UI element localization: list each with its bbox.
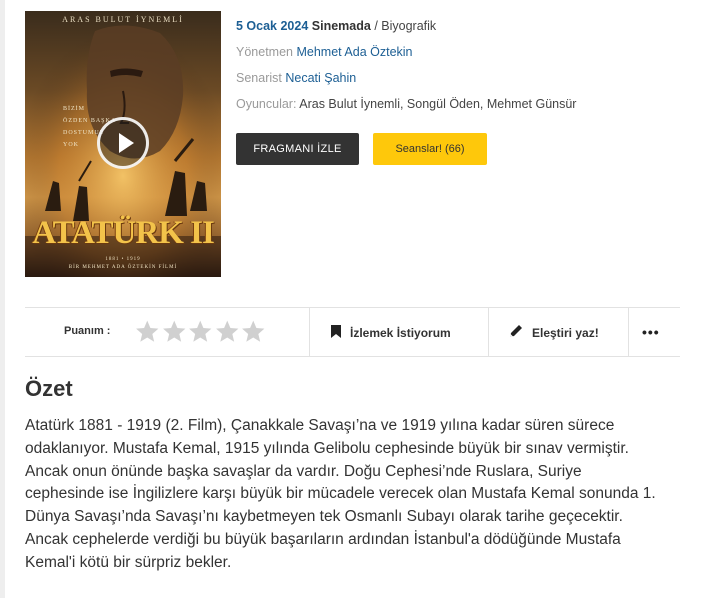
movie-info: 5 Ocak 2024 Sinemada / Biyografik Yönetm… xyxy=(236,17,686,121)
summary-line: Dünya Savaşı’nda Savaşı’nı kaybetmeyen t… xyxy=(25,508,623,526)
watchlist-label: İzlemek İstiyorum xyxy=(350,325,451,340)
director-row: Yönetmen Mehmet Ada Öztekin xyxy=(236,43,686,69)
separator: / xyxy=(370,19,382,33)
poster-director: BİR MEHMET ADA ÖZTEKİN FİLMİ xyxy=(68,265,178,270)
summary-line: Ancak cephelerde verdiği bu büyük başarı… xyxy=(25,530,621,548)
star-icon[interactable] xyxy=(187,319,214,345)
cast-label: Oyuncular: xyxy=(236,97,297,111)
summary-line: Kemal'i kötü bir sürpriz bekler. xyxy=(25,553,232,571)
status-label: Sinemada xyxy=(311,19,371,33)
divider xyxy=(628,308,629,357)
summary-line: odaklanıyor. Mustafa Kemal, 1915 yılında… xyxy=(25,439,629,457)
star-icon[interactable] xyxy=(161,319,188,345)
write-review-label: Eleştiri yaz! xyxy=(532,325,599,340)
poster-title: ATATÜRK II xyxy=(32,215,215,251)
poster-actor-name: ARAS BULUT İYNEMLİ xyxy=(62,15,184,24)
summary-title: Özet xyxy=(25,376,73,401)
director-link[interactable]: Mehmet Ada Öztekin xyxy=(296,45,412,59)
page-edge xyxy=(0,0,5,598)
sessions-button[interactable]: Seanslar! (66) xyxy=(373,133,487,165)
writer-label: Senarist xyxy=(236,71,282,85)
director-label: Yönetmen xyxy=(236,45,293,59)
bookmark-icon xyxy=(331,324,341,341)
star-icon[interactable] xyxy=(134,319,161,345)
divider xyxy=(488,308,489,357)
cast-row: Oyuncular: Aras Bulut İynemli, Songül Öd… xyxy=(236,95,686,121)
action-bar: Puanım : İzlemek İstiyorum Eleştiri yaz!… xyxy=(25,307,680,357)
summary-line: Atatürk 1881 - 1919 (2. Film), Çanakkale… xyxy=(25,417,615,434)
genre: Biyografik xyxy=(381,19,437,33)
summary-line: Ancak onun önünde başka savaşlar da vard… xyxy=(25,462,582,480)
summary-text: Atatürk 1881 - 1919 (2. Film), Çanakkale… xyxy=(25,415,685,575)
pencil-icon xyxy=(509,324,523,341)
poster-years: 1881 • 1919 xyxy=(105,257,141,262)
play-icon xyxy=(119,133,134,153)
cast-list: Aras Bulut İynemli, Songül Öden, Mehmet … xyxy=(299,97,577,111)
summary-line: cephesinde ise İngilizlere karşı büyük b… xyxy=(25,485,656,503)
writer-row: Senarist Necati Şahin xyxy=(236,69,686,95)
rating-label: Puanım : xyxy=(64,325,111,337)
watch-trailer-button[interactable]: FRAGMANI İZLE xyxy=(236,133,359,165)
release-row: 5 Ocak 2024 Sinemada / Biyografik xyxy=(236,17,686,43)
write-review-button[interactable]: Eleştiri yaz! xyxy=(509,308,599,357)
rating-stars[interactable] xyxy=(134,319,267,345)
release-date[interactable]: 5 Ocak 2024 xyxy=(236,19,308,33)
play-trailer-button[interactable] xyxy=(97,117,149,169)
star-icon[interactable] xyxy=(214,319,241,345)
writer-link[interactable]: Necati Şahin xyxy=(285,71,356,85)
movie-poster[interactable]: ARAS BULUT İYNEMLİ BİZİM ÖZDEN BAŞKA DOS… xyxy=(25,11,221,277)
star-icon[interactable] xyxy=(240,319,267,345)
poster-tagline-line: BİZİM xyxy=(63,106,85,112)
watchlist-button[interactable]: İzlemek İstiyorum xyxy=(331,308,451,357)
divider xyxy=(309,308,310,357)
more-dots-icon[interactable]: ••• xyxy=(642,324,660,340)
